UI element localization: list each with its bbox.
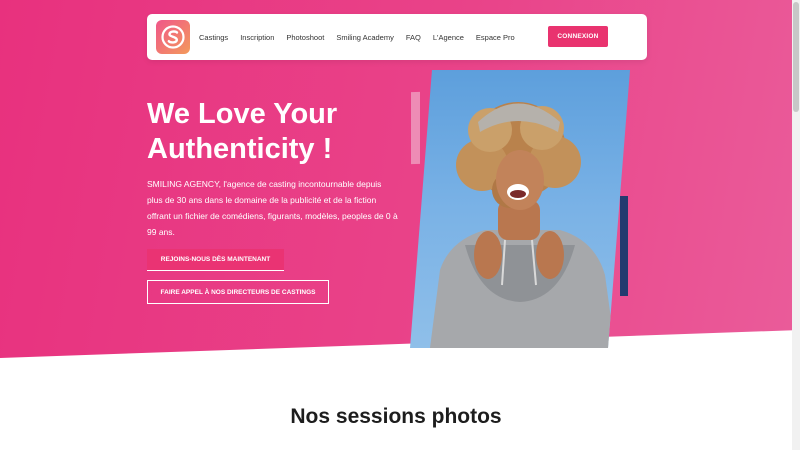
navbar: Castings Inscription Photoshoot Smiling … [147,14,647,60]
logo-s-icon [161,25,185,49]
decorative-bar-left [411,91,420,165]
scrollbar-thumb[interactable] [793,2,799,112]
nav-link-agence[interactable]: L'Agence [433,33,464,42]
connexion-button[interactable]: CONNEXION [548,26,608,47]
hero-title: We Love Your Authenticity ! [147,97,417,167]
nav-link-smiling-academy[interactable]: Smiling Academy [336,33,394,42]
section-title-photo-sessions: Nos sessions photos [290,405,502,428]
nav-link-photoshoot[interactable]: Photoshoot [286,33,324,42]
hero-description: SMILING AGENCY, l'agence de casting inco… [147,179,398,237]
scrollbar[interactable] [792,0,800,450]
nav-link-castings[interactable]: Castings [199,33,228,42]
casting-directors-button[interactable]: FAIRE APPEL À NOS DIRECTEURS DE CASTINGS [147,280,329,304]
join-now-button[interactable]: REJOINS-NOUS DÈS MAINTENANT [147,249,284,271]
smiling-logo[interactable] [156,20,190,54]
nav-link-inscription[interactable]: Inscription [240,33,274,42]
hero-title-line1: We Love Your [147,98,338,130]
nav-link-espace-pro[interactable]: Espace Pro [476,33,515,42]
decorative-bar-right [620,196,628,296]
nav-links: Castings Inscription Photoshoot Smiling … [199,14,527,60]
smiling-woman-illustration [430,102,615,348]
hero-title-line2: Authenticity ! [147,133,333,165]
nav-link-faq[interactable]: FAQ [406,33,421,42]
hero-photo [410,70,630,348]
